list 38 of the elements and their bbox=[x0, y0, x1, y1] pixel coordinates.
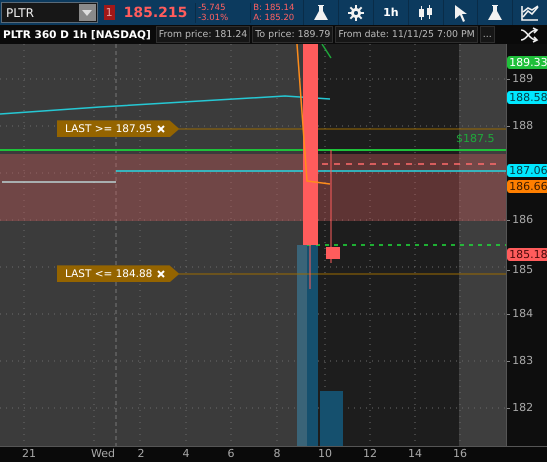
last-price: 185.215 bbox=[124, 4, 188, 20]
price-badge: 188.58 bbox=[507, 91, 547, 104]
axis-label: 16 bbox=[453, 447, 467, 462]
axis-label: 6 bbox=[228, 447, 234, 462]
price-badge: 187.06 bbox=[507, 164, 547, 178]
price-badge: 185.18 bbox=[507, 248, 547, 262]
axis-label: 185 bbox=[512, 262, 534, 278]
price-level-label: $187.5 bbox=[456, 132, 494, 146]
axis-label: Wed bbox=[91, 447, 115, 462]
price-alert-tag[interactable]: LAST >= 187.95 bbox=[57, 120, 180, 138]
axis-label: 186 bbox=[512, 212, 534, 228]
net-change: -5.745 bbox=[198, 2, 226, 12]
axis-label: 10 bbox=[318, 447, 332, 462]
axis-label: 21 bbox=[22, 447, 36, 462]
axis-label: 182 bbox=[512, 400, 534, 416]
axis-label: 189 bbox=[512, 71, 534, 88]
axis-label: 188 bbox=[512, 118, 534, 134]
drawing-info-field: To price: 189.79 bbox=[252, 26, 334, 44]
drawing-info-field: ... bbox=[480, 26, 495, 44]
axis-label: 2 bbox=[138, 447, 144, 462]
timeframe-button[interactable]: 1h bbox=[373, 0, 408, 25]
axis-label: 184 bbox=[512, 306, 534, 322]
link-badge[interactable]: 1 bbox=[104, 5, 115, 20]
ask-price: A: 185.20 bbox=[253, 12, 296, 22]
axis-label: 8 bbox=[274, 447, 280, 462]
axis-label: 12 bbox=[363, 447, 377, 462]
symbol-field[interactable]: PLTR bbox=[1, 2, 98, 23]
bid-price: B: 185.14 bbox=[253, 2, 296, 12]
price-alert-tag[interactable]: LAST <= 184.88 bbox=[57, 265, 180, 282]
chart-title: PLTR 360 D 1h [NASDAQ] bbox=[2, 28, 152, 41]
price-badge: 186.66 bbox=[507, 180, 547, 194]
percent-change: -3.01% bbox=[198, 12, 230, 22]
axis-label: 14 bbox=[408, 447, 422, 462]
drawing-info-field: From price: 181.24 bbox=[156, 26, 250, 44]
drawing-info-field: From date: 11/11/25 7:00 PM bbox=[335, 26, 478, 44]
axis-label: 4 bbox=[182, 447, 190, 462]
axis-label: 183 bbox=[512, 353, 534, 370]
price-badge: 189.33 bbox=[507, 56, 547, 70]
